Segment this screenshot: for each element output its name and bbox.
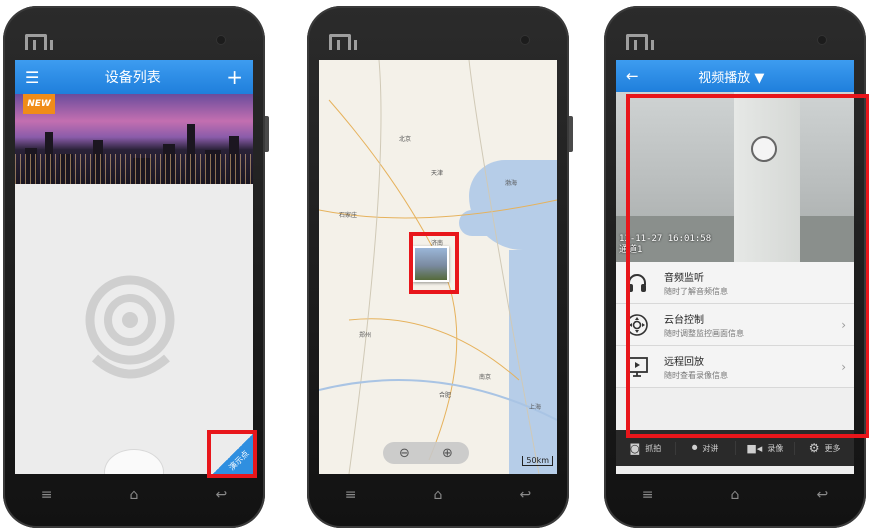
video-header: ← 视频播放 ▼: [616, 60, 854, 92]
home-key-icon[interactable]: ⌂: [715, 487, 755, 503]
plus-icon[interactable]: +: [226, 65, 243, 89]
talk-button[interactable]: ⏺ 对讲: [676, 441, 736, 455]
hamburger-icon[interactable]: ☰: [25, 68, 39, 87]
city-label: 上海: [529, 404, 542, 411]
android-nav-bar: ≡ ⌂ ↩: [307, 478, 569, 512]
add-device-button[interactable]: [105, 450, 163, 474]
menu-key-icon[interactable]: ≡: [331, 487, 371, 503]
highlight-box: [626, 94, 869, 438]
phone-device-list: ☰ 设备列表 + NEW 演示点 ≡ ⌂ ↩: [3, 6, 269, 528]
new-badge: NEW: [23, 94, 55, 114]
back-key-icon[interactable]: ↩: [505, 487, 545, 503]
camera-icon: ◙: [629, 441, 641, 455]
side-button: [569, 116, 573, 152]
mi-logo: [329, 34, 357, 50]
more-label: 更多: [824, 443, 841, 453]
highlight-box: [207, 430, 257, 478]
microphone-icon: ⏺: [691, 441, 698, 454]
highlight-box: [409, 232, 459, 294]
android-nav-bar: ≡ ⌂ ↩: [604, 478, 866, 512]
phone-video-playback: ← 视频播放 ▼ 13-11-27 16:01:58 通道1 音频监听 随时了解…: [604, 6, 869, 528]
screen: ☰ 设备列表 + NEW 演示点: [15, 60, 253, 474]
capture-label: 抓拍: [645, 443, 662, 453]
menu-key-icon[interactable]: ≡: [27, 487, 67, 503]
gear-icon: ⚙: [808, 441, 820, 455]
video-camera-icon: ■◂: [746, 441, 763, 455]
phone-map-view: 北京 天津 石家庄 渤海 济南 郑州 合肥 南京 上海 ⊖ ⊕ 50km ≡ ⌂…: [307, 6, 573, 528]
webcam-placeholder-icon: [85, 275, 175, 379]
city-label: 合肥: [439, 392, 452, 399]
side-button: [265, 116, 269, 152]
android-nav-bar: ≡ ⌂ ↩: [3, 478, 265, 512]
more-button[interactable]: ⚙ 更多: [795, 441, 854, 455]
mi-logo: [25, 34, 53, 50]
dropdown-arrow-icon[interactable]: ▼: [754, 71, 764, 86]
zoom-control: ⊖ ⊕: [383, 442, 469, 464]
zoom-out-icon[interactable]: ⊖: [399, 446, 410, 461]
city-label: 天津: [431, 170, 444, 177]
city-label: 石家庄: [339, 212, 358, 219]
city-label: 南京: [479, 374, 492, 381]
talk-label: 对讲: [702, 443, 719, 453]
home-key-icon[interactable]: ⌂: [114, 487, 154, 503]
record-label: 录像: [767, 443, 784, 453]
home-key-icon[interactable]: ⌂: [418, 487, 458, 503]
capture-button[interactable]: ◙ 抓拍: [616, 441, 676, 455]
device-list-header: ☰ 设备列表 +: [15, 60, 253, 94]
page-title[interactable]: 视频播放: [698, 71, 750, 86]
front-camera: [217, 36, 225, 44]
page-title: 设备列表: [104, 70, 161, 86]
map-scale: 50km: [522, 456, 553, 466]
front-camera: [521, 36, 529, 44]
city-label: 北京: [399, 136, 412, 143]
city-banner-image[interactable]: NEW: [15, 94, 253, 184]
city-label: 渤海: [505, 180, 518, 187]
back-arrow-icon[interactable]: ←: [626, 67, 639, 85]
menu-key-icon[interactable]: ≡: [628, 487, 668, 503]
zoom-in-icon[interactable]: ⊕: [442, 446, 453, 461]
back-key-icon[interactable]: ↩: [802, 487, 842, 503]
mi-logo: [626, 34, 654, 50]
back-key-icon[interactable]: ↩: [201, 487, 241, 503]
front-camera: [818, 36, 826, 44]
city-label: 郑州: [359, 332, 372, 339]
record-button[interactable]: ■◂ 录像: [736, 441, 796, 455]
